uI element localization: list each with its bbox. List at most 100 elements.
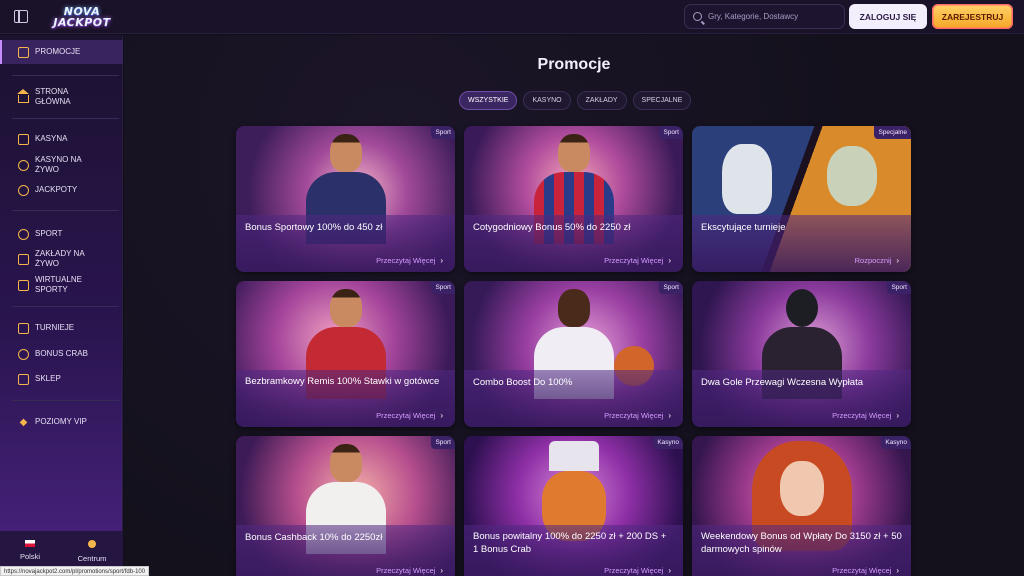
monster-figure — [827, 146, 877, 206]
cta-label: Przeczytaj Więcej — [604, 411, 664, 420]
cta-label: Przeczytaj Więcej — [376, 256, 436, 265]
sidebar-item-label: POZIOMY VIP — [35, 417, 87, 426]
sidebar-item-label: SKLEP — [35, 374, 61, 383]
sidebar-item-live-casino[interactable]: KASYNO NA ŻYWO — [0, 154, 123, 176]
category-badge: Sport — [887, 281, 911, 294]
sidebar-item-label: TURNIEJE — [35, 323, 75, 332]
category-badge: Kasyno — [881, 436, 911, 449]
tab-special[interactable]: SPECJALNE — [632, 91, 692, 110]
vip-diamond-icon: ◆ — [19, 416, 28, 428]
help-center-link[interactable]: Centrum — [70, 540, 114, 563]
chevron-right-icon: › — [440, 411, 443, 420]
tab-bets[interactable]: ZAKŁADY — [576, 91, 627, 110]
sidebar-toggle-icon[interactable] — [14, 10, 28, 23]
divider — [12, 118, 119, 119]
logo[interactable]: NOVA JACKPOT — [46, 3, 118, 31]
face-figure — [780, 461, 824, 516]
sidebar-item-label: PROMOCJE — [35, 47, 81, 56]
search-box[interactable] — [684, 4, 845, 29]
sidebar-item-live-bets[interactable]: ZAKŁADY NA ŻYWO — [0, 248, 123, 270]
promo-card-title: Weekendowy Bonus od Wpłaty Do 3150 zł + … — [701, 531, 902, 555]
sidebar-item-turnieje[interactable]: TURNIEJE — [0, 322, 123, 334]
cta-label: Przeczytaj Więcej — [832, 411, 892, 420]
login-button[interactable]: ZALOGUJ SIĘ — [849, 4, 927, 29]
sidebar-item-jackpoty[interactable]: JACKPOTY — [0, 184, 123, 196]
home-icon — [17, 88, 29, 103]
sidebar-item-vip[interactable]: ◆ POZIOMY VIP — [0, 416, 123, 428]
poland-flag-icon — [25, 540, 35, 547]
promo-card[interactable]: Sport Combo Boost Do 100% Przeczytaj Wię… — [464, 281, 683, 427]
category-badge: Sport — [431, 281, 455, 294]
promo-card[interactable]: Sport Bezbramkowy Remis 100% Stawki w go… — [236, 281, 455, 427]
promo-card[interactable]: Specjalne Ekscytujące turnieje Rozpoczni… — [692, 126, 911, 272]
sidebar-item-home[interactable]: STRONA GŁÓWNA — [0, 86, 123, 108]
cta-label: Przeczytaj Więcej — [604, 256, 664, 265]
sidebar-item-label: BONUS CRAB — [35, 349, 88, 358]
sidebar-item-label: ZAKŁADY NA ŻYWO — [35, 249, 85, 268]
read-more-link[interactable]: Przeczytaj Więcej › — [604, 256, 671, 265]
cta-label: Rozpocznij — [854, 256, 892, 265]
read-more-link[interactable]: Przeczytaj Więcej › — [376, 256, 443, 265]
live-bets-icon — [18, 253, 29, 265]
shop-icon — [18, 373, 29, 385]
read-more-link[interactable]: Przeczytaj Więcej › — [604, 411, 671, 420]
virtual-sports-icon — [18, 279, 29, 291]
sidebar-item-label: KASYNA — [35, 134, 68, 143]
read-more-link[interactable]: Przeczytaj Więcej › — [832, 411, 899, 420]
language-selector[interactable]: Polski — [10, 540, 50, 561]
help-center-label: Centrum — [77, 554, 107, 563]
read-more-link[interactable]: Przeczytaj Więcej › — [376, 566, 443, 575]
chevron-right-icon: › — [668, 566, 671, 575]
category-badge: Kasyno — [653, 436, 683, 449]
read-more-link[interactable]: Przeczytaj Więcej › — [832, 566, 899, 575]
start-link[interactable]: Rozpocznij › — [855, 256, 899, 265]
casino-icon — [18, 133, 29, 145]
cta-label: Przeczytaj Więcej — [832, 566, 892, 575]
sidebar-item-promocje[interactable]: PROMOCJE — [0, 40, 123, 64]
promo-card-title: Bonus powitalny 100% do 2250 zł + 200 DS… — [473, 531, 667, 555]
sidebar-item-label: STRONA GŁÓWNA — [35, 87, 71, 106]
cta-label: Przeczytaj Więcej — [376, 411, 436, 420]
category-badge: Sport — [431, 436, 455, 449]
cta-label: Przeczytaj Więcej — [604, 566, 664, 575]
promo-card[interactable]: Sport Dwa Gole Przewagi Wczesna Wypłata … — [692, 281, 911, 427]
bonus-crab-icon — [18, 348, 29, 360]
divider — [12, 75, 119, 76]
promo-card[interactable]: Kasyno Weekendowy Bonus od Wpłaty Do 315… — [692, 436, 911, 576]
category-badge: Sport — [659, 281, 683, 294]
chevron-right-icon: › — [668, 256, 671, 265]
promo-card-title: Dwa Gole Przewagi Wczesna Wypłata — [701, 377, 864, 388]
promo-card[interactable]: Kasyno Bonus powitalny 100% do 2250 zł +… — [464, 436, 683, 576]
sidebar-item-sklep[interactable]: SKLEP — [0, 373, 123, 385]
divider — [12, 306, 119, 307]
sidebar-item-sport[interactable]: SPORT — [0, 228, 123, 240]
promo-card-title: Bonus Sportowy 100% do 450 zł — [245, 222, 383, 233]
promo-card[interactable]: Sport Cotygodniowy Bonus 50% do 2250 zł … — [464, 126, 683, 272]
wizard-figure — [722, 144, 772, 214]
register-button[interactable]: ZAREJESTRUJ — [932, 4, 1013, 29]
tab-all[interactable]: WSZYSTKIE — [459, 91, 518, 110]
search-icon — [693, 12, 702, 21]
main-content: Promocje WSZYSTKIE KASYNO ZAKŁADY SPECJA… — [124, 35, 1024, 576]
promo-card-title: Cotygodniowy Bonus 50% do 2250 zł — [473, 222, 631, 233]
promo-tabs: WSZYSTKIE KASYNO ZAKŁADY SPECJALNE — [459, 91, 692, 110]
page-title: Promocje — [537, 56, 611, 73]
chevron-right-icon: › — [440, 566, 443, 575]
top-hat-figure — [549, 441, 599, 471]
search-input[interactable] — [708, 12, 838, 21]
sport-ball-icon — [18, 228, 29, 240]
sidebar-item-kasyna[interactable]: KASYNA — [0, 133, 123, 145]
divider — [12, 210, 119, 211]
promo-card[interactable]: Sport Bonus Sportowy 100% do 450 zł Prze… — [236, 126, 455, 272]
chevron-right-icon: › — [896, 411, 899, 420]
live-casino-icon — [18, 159, 29, 171]
tab-casino[interactable]: KASYNO — [523, 91, 571, 110]
read-more-link[interactable]: Przeczytaj Więcej › — [604, 566, 671, 575]
sidebar-item-bonus-crab[interactable]: BONUS CRAB — [0, 348, 123, 360]
category-badge: Sport — [431, 126, 455, 139]
status-url-bar: https://novajackpot2.com/pl/promotions/s… — [0, 566, 150, 576]
help-icon — [88, 540, 96, 548]
promo-card[interactable]: Sport Bonus Cashback 10% do 2250zł Przec… — [236, 436, 455, 576]
read-more-link[interactable]: Przeczytaj Więcej › — [376, 411, 443, 420]
sidebar-item-virtual-sports[interactable]: WIRTUALNE SPORTY — [0, 274, 123, 296]
